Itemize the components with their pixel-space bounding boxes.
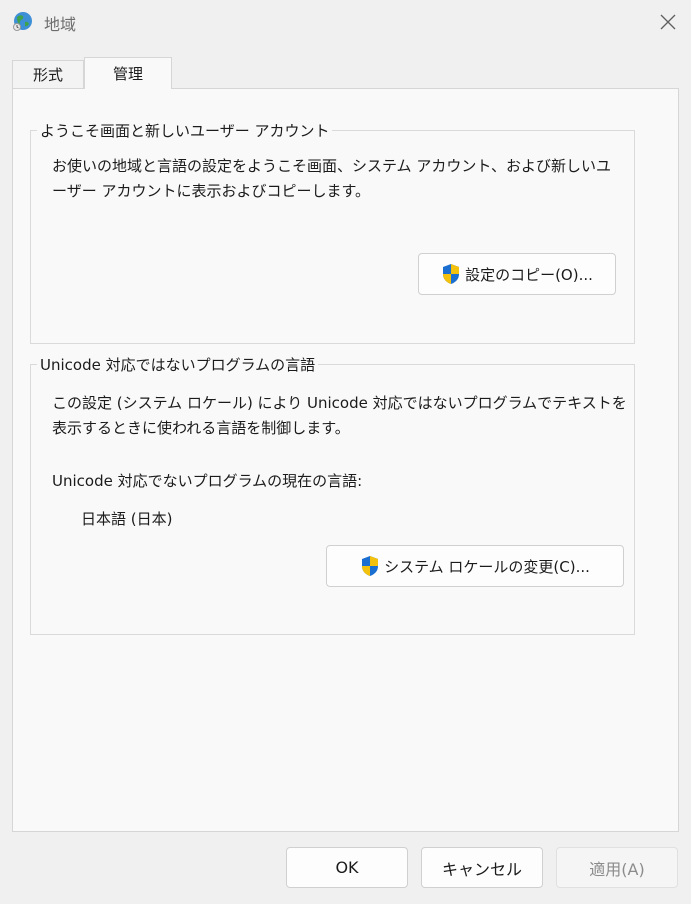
globe-icon — [13, 12, 32, 31]
window-title: 地域 — [44, 15, 77, 34]
welcome-description-line1: お使いの地域と言語の設定をようこそ画面、システム アカウント、および新しいユ — [52, 157, 612, 175]
cancel-button[interactable]: キャンセル — [421, 847, 543, 888]
tab-panel: ようこそ画面と新しいユーザー アカウント お使いの地域と言語の設定をようこそ画面… — [12, 88, 679, 832]
welcome-screen-group: ようこそ画面と新しいユーザー アカウント お使いの地域と言語の設定をようこそ画面… — [30, 120, 635, 344]
unicode-description-line1: この設定 (システム ロケール) により Unicode 対応ではないプログラム… — [52, 394, 627, 412]
group-title: ようこそ画面と新しいユーザー アカウント — [37, 120, 333, 141]
dialog-footer: OK キャンセル 適用(A) — [0, 832, 691, 904]
copy-settings-label: 設定のコピー(O)... — [465, 265, 593, 284]
title-bar: 地域 — [0, 0, 691, 44]
unicode-language-group: Unicode 対応ではないプログラムの言語 この設定 (システム ロケール) … — [30, 354, 635, 635]
change-system-locale-button[interactable]: システム ロケールの変更(C)... — [326, 545, 624, 587]
tab-format[interactable]: 形式 — [12, 60, 84, 88]
close-button[interactable] — [645, 0, 691, 44]
copy-settings-button[interactable]: 設定のコピー(O)... — [418, 253, 616, 295]
change-system-locale-label: システム ロケールの変更(C)... — [384, 557, 590, 576]
tab-strip: 形式 管理 — [12, 57, 679, 89]
apply-button[interactable]: 適用(A) — [556, 847, 678, 888]
ok-button[interactable]: OK — [286, 847, 408, 888]
welcome-description-line2: ーザー アカウントに表示およびコピーします。 — [52, 182, 370, 200]
unicode-description-line2: 表示するときに使われる言語を制御します。 — [52, 419, 350, 437]
uac-shield-icon — [443, 264, 460, 284]
tab-administrative[interactable]: 管理 — [84, 57, 172, 89]
uac-shield-icon — [362, 556, 379, 576]
region-dialog: 地域 形式 管理 ようこそ画面と新しいユーザー アカウント お使いの地域と言語の… — [0, 0, 691, 904]
group-title: Unicode 対応ではないプログラムの言語 — [37, 354, 319, 375]
current-language-value: 日本語 (日本) — [81, 510, 173, 528]
current-language-label: Unicode 対応でないプログラムの現在の言語: — [52, 472, 363, 490]
close-icon — [660, 14, 676, 30]
